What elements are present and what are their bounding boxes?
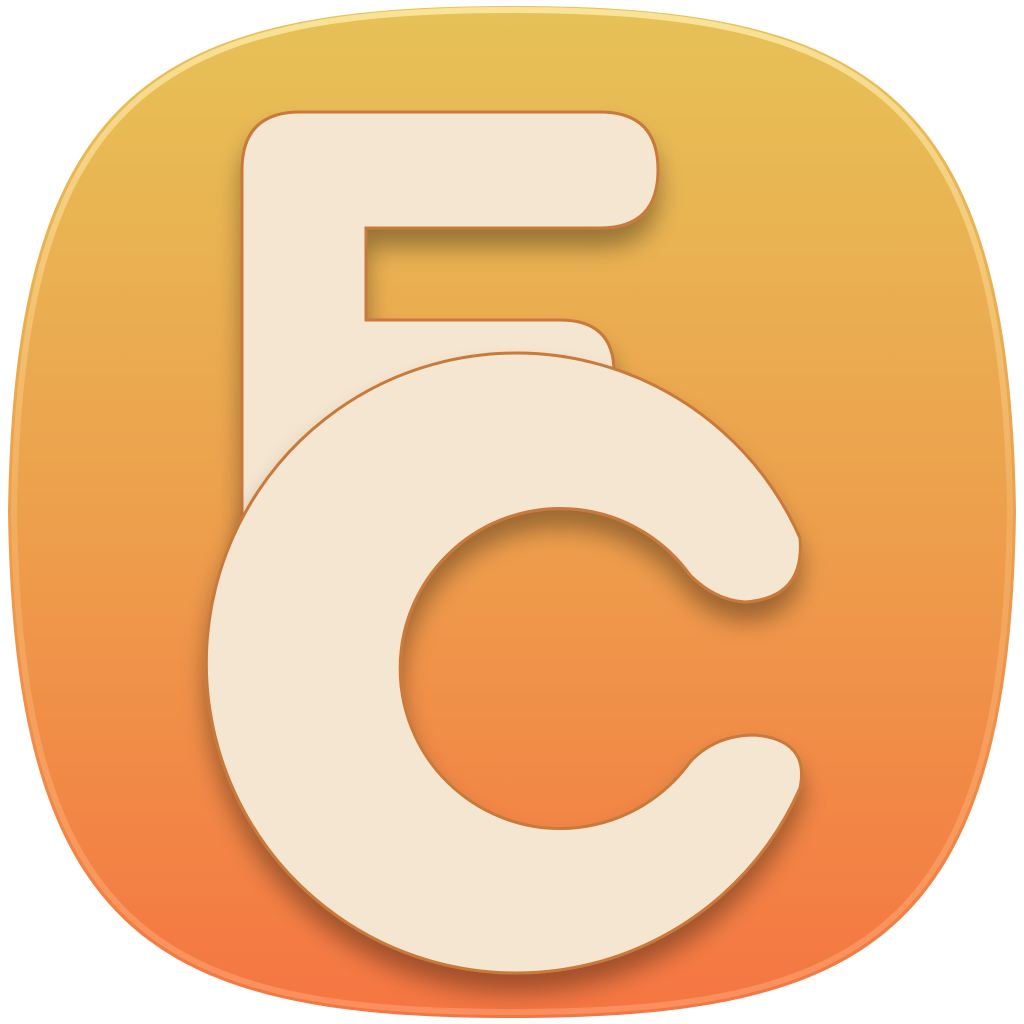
app-icon-canvas [0,0,1024,1024]
fc-app-icon[interactable] [0,0,1024,1024]
fc-logo-icon [8,6,1016,1018]
